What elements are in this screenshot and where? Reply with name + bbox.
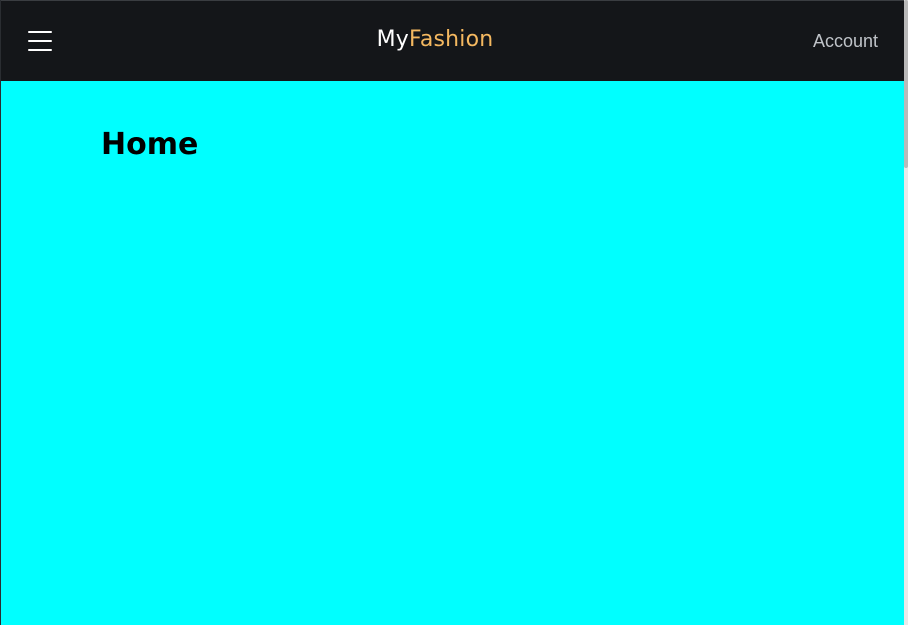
page-title: Home — [101, 127, 199, 162]
brand-logo[interactable]: MyFashion — [1, 26, 869, 54]
account-link[interactable]: Account — [813, 30, 878, 52]
top-navigation-bar: MyFashion Account — [1, 0, 904, 81]
brand-logo-part-fashion: Fashion — [408, 27, 494, 52]
app-window: MyFashion Account Home — [0, 0, 904, 625]
main-content: Home — [1, 81, 904, 625]
scrollbar-thumb[interactable] — [904, 0, 908, 168]
brand-logo-part-my: My — [376, 27, 409, 52]
vertical-scrollbar[interactable] — [904, 0, 908, 625]
